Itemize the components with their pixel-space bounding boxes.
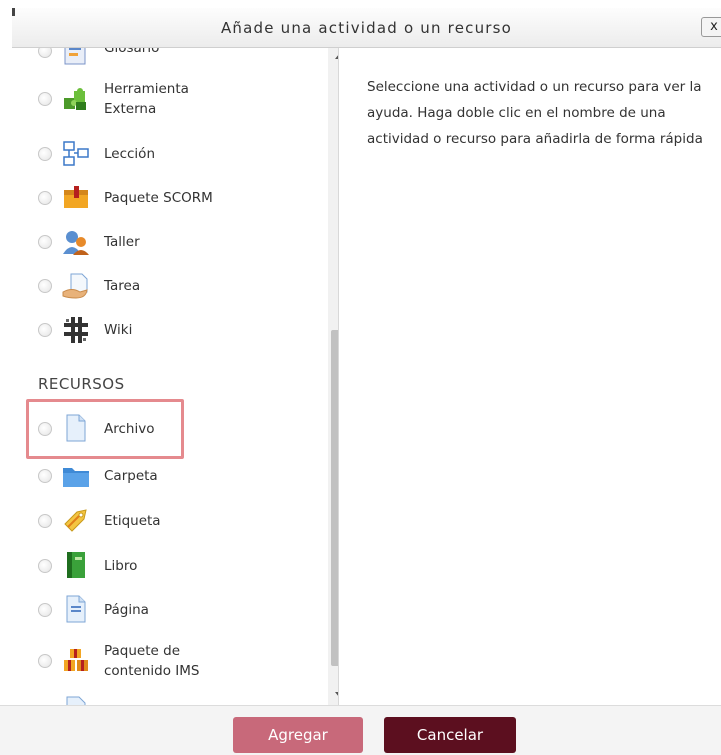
option-label: Carpeta — [104, 468, 158, 484]
option-tarea[interactable]: Tarea — [12, 266, 312, 306]
pane-divider — [338, 48, 339, 705]
wiki-icon — [62, 316, 90, 344]
option-glosario[interactable]: Glosario — [12, 48, 312, 76]
option-paquete-ims[interactable]: Paquete de contenido IMS — [12, 636, 312, 688]
page-icon — [62, 595, 90, 623]
options-list: Glosario Herramienta Externa Lección Paq… — [12, 48, 338, 705]
resources-heading: RECURSOS — [38, 375, 125, 393]
external-tool-icon — [62, 85, 90, 113]
radio-libro[interactable] — [38, 559, 52, 573]
scroll-thumb[interactable] — [331, 330, 338, 666]
radio-paquete-scorm[interactable] — [38, 191, 52, 205]
radio-paquete-ims[interactable] — [38, 654, 52, 668]
scorm-package-icon — [62, 184, 90, 212]
option-label: Etiqueta — [104, 513, 161, 529]
option-paquete-scorm[interactable]: Paquete SCORM — [12, 178, 312, 218]
options-scrollbar[interactable] — [328, 48, 338, 705]
option-label-line1: Paquete de — [104, 643, 181, 659]
workshop-icon — [62, 228, 90, 256]
radio-taller[interactable] — [38, 235, 52, 249]
option-label-line2: Externa — [104, 101, 157, 117]
folder-icon — [62, 462, 90, 490]
book-icon — [62, 551, 90, 579]
option-pagina[interactable]: Página — [12, 590, 312, 630]
radio-carpeta[interactable] — [38, 469, 52, 483]
dialog-titlebar: Añade una actividad o un recurso x — [12, 8, 721, 48]
option-label-line2: contenido IMS — [104, 663, 200, 679]
option-label-line1: Herramienta — [104, 81, 189, 97]
ims-package-icon — [62, 647, 90, 675]
close-button[interactable]: x — [701, 17, 721, 37]
option-label: Taller — [104, 234, 140, 250]
option-label: Glosario — [104, 48, 160, 56]
corner-mark — [12, 8, 15, 16]
option-label: Página — [104, 602, 149, 618]
highlight-box — [26, 399, 184, 459]
option-taller[interactable]: Taller — [12, 222, 312, 262]
partial-next-item-icon — [62, 696, 90, 705]
help-text: Seleccione una actividad o un recurso pa… — [367, 79, 703, 147]
radio-glosario[interactable] — [38, 48, 52, 58]
radio-etiqueta[interactable] — [38, 514, 52, 528]
add-button[interactable]: Agregar — [233, 717, 363, 753]
radio-pagina[interactable] — [38, 603, 52, 617]
option-wiki[interactable]: Wiki — [12, 310, 312, 350]
option-carpeta[interactable]: Carpeta — [12, 456, 312, 496]
add-activity-dialog: Añade una actividad o un recurso x Glosa… — [0, 0, 721, 755]
option-label: Tarea — [104, 278, 141, 294]
option-label: Libro — [104, 558, 138, 574]
dialog-footer: Agregar Cancelar — [0, 705, 721, 755]
option-etiqueta[interactable]: Etiqueta — [12, 501, 312, 541]
option-leccion[interactable]: Lección — [12, 134, 312, 174]
label-tag-icon — [62, 507, 90, 535]
lesson-icon — [62, 140, 90, 168]
glossary-icon — [62, 48, 90, 66]
option-libro[interactable]: Libro — [12, 546, 312, 586]
dialog-title: Añade una actividad o un recurso — [220, 19, 513, 37]
radio-tarea[interactable] — [38, 279, 52, 293]
radio-leccion[interactable] — [38, 147, 52, 161]
option-label: Paquete SCORM — [104, 190, 213, 206]
assignment-icon — [62, 272, 90, 300]
option-label: Wiki — [104, 322, 133, 338]
radio-herramienta-externa[interactable] — [38, 92, 52, 106]
option-herramienta-externa[interactable]: Herramienta Externa — [12, 74, 312, 126]
cancel-button[interactable]: Cancelar — [384, 717, 516, 753]
option-label: Lección — [104, 146, 156, 162]
radio-wiki[interactable] — [38, 323, 52, 337]
